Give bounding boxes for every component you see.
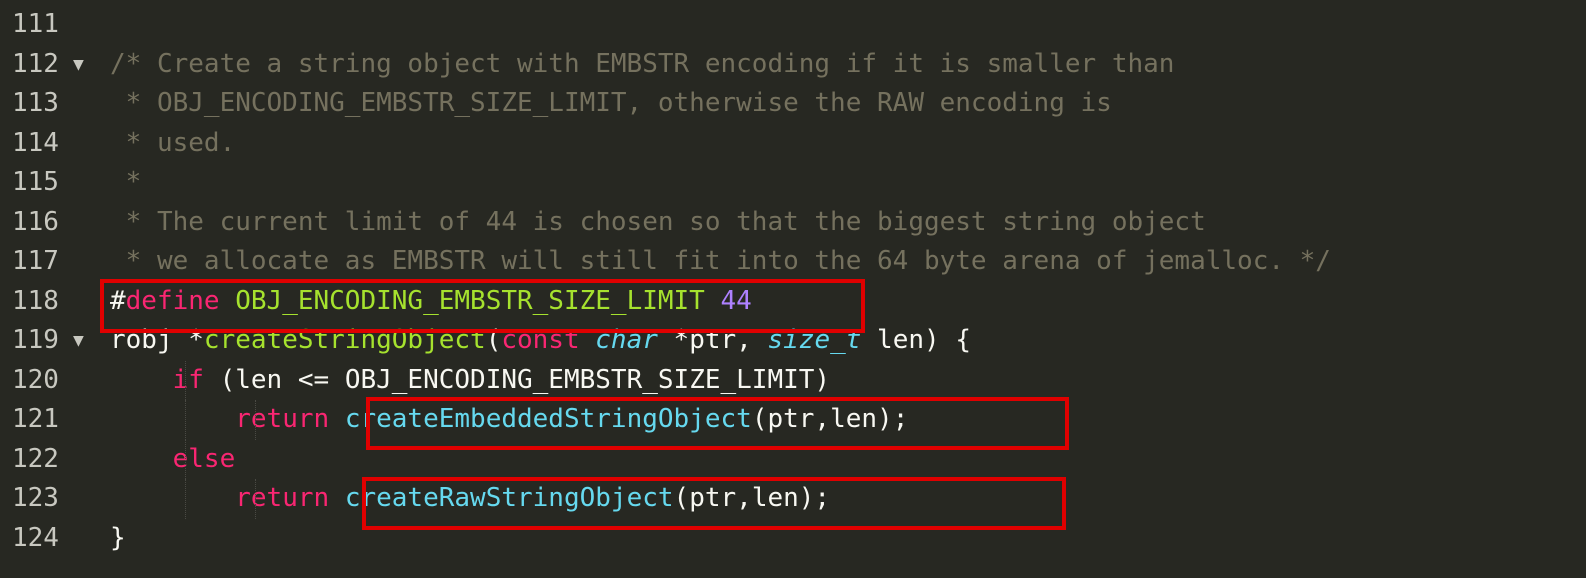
code-token: * used. bbox=[110, 127, 236, 158]
line-number: 123 bbox=[12, 483, 59, 513]
code-token: * we allocate as EMBSTR will still fit i… bbox=[110, 246, 1331, 276]
line-number: 115 bbox=[12, 167, 59, 197]
code-token: size_t bbox=[767, 325, 862, 355]
code-token: (ptr,len); bbox=[751, 404, 909, 434]
code-token: else bbox=[172, 443, 236, 474]
code-line[interactable]: 122 else bbox=[0, 439, 1586, 480]
line-number: 119 bbox=[12, 325, 59, 355]
line-number: 112 bbox=[12, 48, 59, 79]
code-token: *ptr, bbox=[657, 325, 768, 355]
line-number: 121 bbox=[12, 404, 59, 434]
indent-guide bbox=[185, 439, 187, 479]
code-text: return createRawStringObject(ptr,len); bbox=[110, 479, 830, 519]
indent-guide bbox=[185, 400, 187, 440]
code-line[interactable]: 123 return createRawStringObject(ptr,len… bbox=[0, 479, 1586, 519]
line-number: 111 bbox=[12, 9, 59, 39]
line-number: 118 bbox=[12, 285, 59, 316]
code-token: if bbox=[172, 364, 204, 395]
code-token: * OBJ_ENCODING_EMBSTR_SIZE_LIMIT, otherw… bbox=[110, 88, 1112, 118]
code-token: createRawStringObject bbox=[344, 483, 674, 513]
code-token: /* Create a string object with EMBSTR en… bbox=[110, 48, 1175, 79]
line-number: 116 bbox=[12, 206, 59, 237]
code-line[interactable]: 121 return createEmbeddedStringObject(pt… bbox=[0, 400, 1586, 440]
code-line[interactable]: 111 bbox=[0, 5, 1586, 45]
line-number: 117 bbox=[12, 246, 59, 276]
code-line[interactable]: 113 * OBJ_ENCODING_EMBSTR_SIZE_LIMIT, ot… bbox=[0, 84, 1586, 124]
code-line[interactable]: 120 if (len <= OBJ_ENCODING_EMBSTR_SIZE_… bbox=[0, 360, 1586, 401]
code-line[interactable]: 114 * used. bbox=[0, 124, 1586, 164]
code-token: (len <= OBJ_ENCODING_EMBSTR_SIZE_LIMIT) bbox=[203, 364, 831, 395]
code-text: /* Create a string object with EMBSTR en… bbox=[110, 45, 1174, 85]
code-line[interactable]: 116 * The current limit of 44 is chosen … bbox=[0, 203, 1586, 243]
code-text: robj *createStringObject(const char *ptr… bbox=[110, 321, 971, 361]
code-text: else bbox=[110, 440, 236, 480]
line-number: 120 bbox=[12, 364, 59, 395]
code-text: * OBJ_ENCODING_EMBSTR_SIZE_LIMIT, otherw… bbox=[110, 84, 1112, 124]
code-line[interactable]: 117 * we allocate as EMBSTR will still f… bbox=[0, 242, 1586, 282]
code-token: define bbox=[125, 285, 220, 316]
line-number: 114 bbox=[12, 127, 59, 158]
code-text: return createEmbeddedStringObject(ptr,le… bbox=[110, 400, 908, 440]
code-text: } bbox=[110, 519, 126, 559]
code-text: * used. bbox=[110, 124, 236, 164]
code-text: * bbox=[110, 163, 142, 203]
code-token: * The current limit of 44 is chosen so t… bbox=[110, 206, 1206, 237]
code-token: 44 bbox=[720, 285, 752, 316]
code-token: return bbox=[235, 404, 330, 434]
code-line[interactable]: 118 #define OBJ_ENCODING_EMBSTR_SIZE_LIMI… bbox=[0, 282, 1586, 322]
code-text: * The current limit of 44 is chosen so t… bbox=[110, 203, 1206, 243]
fold-toggle-icon[interactable]: ▼ bbox=[73, 45, 84, 85]
code-line[interactable]: 119 ▼ robj *createStringObject(const char … bbox=[0, 321, 1586, 361]
fold-toggle-icon[interactable]: ▼ bbox=[73, 321, 84, 361]
code-line[interactable]: 112 ▼ /* Create a string object with EMBST… bbox=[0, 45, 1586, 85]
code-text: if (len <= OBJ_ENCODING_EMBSTR_SIZE_LIMI… bbox=[110, 361, 830, 401]
code-token: robj * bbox=[110, 325, 204, 355]
code-token: * bbox=[110, 167, 142, 197]
code-token: createStringObject bbox=[203, 325, 486, 355]
line-number: 113 bbox=[12, 88, 59, 118]
code-token: char bbox=[595, 325, 658, 355]
code-token: const bbox=[501, 325, 580, 355]
code-line[interactable]: 124} bbox=[0, 519, 1586, 559]
line-number: 124 bbox=[12, 522, 59, 553]
indent-guide bbox=[255, 400, 257, 440]
code-token: ( bbox=[485, 325, 502, 355]
indent-guide bbox=[185, 479, 187, 519]
code-token: len) { bbox=[861, 325, 971, 355]
code-token: # bbox=[110, 285, 126, 316]
code-token: (ptr,len); bbox=[673, 483, 831, 513]
code-token: } bbox=[110, 522, 126, 553]
code-editor[interactable]: 111 112 ▼ /* Create a string object with EM… bbox=[0, 0, 1586, 578]
code-token: return bbox=[235, 483, 330, 513]
indent-guide bbox=[255, 479, 257, 519]
code-line[interactable]: 115 * bbox=[0, 163, 1586, 203]
code-text: #define OBJ_ENCODING_EMBSTR_SIZE_LIMIT 4… bbox=[110, 282, 752, 322]
code-token: OBJ_ENCODING_EMBSTR_SIZE_LIMIT bbox=[235, 285, 705, 316]
code-token: createEmbeddedStringObject bbox=[344, 404, 752, 434]
indent-guide bbox=[185, 360, 187, 400]
line-number: 122 bbox=[12, 443, 59, 474]
code-text: * we allocate as EMBSTR will still fit i… bbox=[110, 242, 1331, 282]
